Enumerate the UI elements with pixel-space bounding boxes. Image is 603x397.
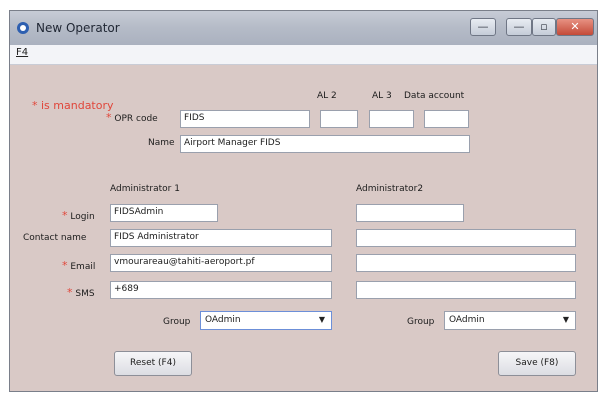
admin1-login-field[interactable]: FIDSAdmin — [110, 204, 218, 222]
admin2-sms-field[interactable] — [356, 281, 576, 299]
login-label: * Login — [62, 209, 95, 222]
required-star: * — [62, 209, 68, 222]
login-label-text: Login — [70, 212, 95, 222]
al3-field[interactable] — [369, 110, 414, 128]
admin2-group-select[interactable]: OAdmin ▼ — [444, 311, 576, 330]
opr-code-label-text: OPR code — [114, 114, 158, 124]
mandatory-text: is mandatory — [41, 99, 114, 112]
minimize-button[interactable]: — — [506, 18, 532, 36]
admin2-group-value: OAdmin — [449, 315, 485, 325]
admin1-group-select[interactable]: OAdmin ▼ — [200, 311, 332, 330]
name-field[interactable]: Airport Manager FIDS — [180, 135, 470, 153]
admin1-group-label: Group — [163, 317, 191, 327]
mandatory-note: * is mandatory — [32, 99, 114, 112]
maximize-icon: ▫ — [540, 20, 548, 33]
sms-label-text: SMS — [75, 289, 95, 299]
admin2-login-field[interactable] — [356, 204, 464, 222]
admin1-group-value: OAdmin — [205, 315, 241, 325]
data-account-field[interactable] — [424, 110, 469, 128]
admin1-contact-field[interactable]: FIDS Administrator — [110, 229, 332, 247]
al2-label: AL 2 — [317, 91, 337, 101]
data-account-label: Data account — [404, 91, 465, 101]
admin1-heading: Administrator 1 — [110, 184, 180, 194]
new-operator-window: New Operator — — ▫ ✕ F4 * is mandatory A… — [9, 10, 598, 392]
title-bar: New Operator — — ▫ ✕ — [10, 11, 597, 45]
menu-item-f4[interactable]: F4 — [16, 47, 28, 58]
dropdown-arrow-icon: ▼ — [562, 315, 569, 324]
minimize-icon: — — [477, 20, 489, 33]
close-button[interactable]: ✕ — [556, 18, 594, 36]
admin1-sms-field[interactable]: +689 — [110, 281, 332, 299]
admin1-email-field[interactable]: vmourareau@tahiti-aeroport.pf — [110, 254, 332, 272]
maximize-button[interactable]: ▫ — [532, 18, 556, 36]
reset-button[interactable]: Reset (F4) — [114, 351, 192, 376]
save-button[interactable]: Save (F8) — [498, 351, 576, 376]
email-label: * Email — [62, 259, 95, 272]
required-star: * — [62, 259, 68, 272]
required-star: * — [106, 111, 112, 124]
mandatory-star: * — [32, 99, 38, 112]
window-title: New Operator — [36, 21, 120, 35]
email-label-text: Email — [70, 262, 96, 272]
name-label: Name — [148, 138, 175, 148]
menu-bar: F4 — [10, 45, 597, 65]
required-star: * — [67, 286, 73, 299]
al3-label: AL 3 — [372, 91, 392, 101]
admin2-contact-field[interactable] — [356, 229, 576, 247]
admin2-group-label: Group — [407, 317, 435, 327]
contact-name-label: Contact name — [23, 233, 87, 243]
dropdown-arrow-icon: ▼ — [318, 315, 325, 324]
app-icon — [17, 22, 29, 34]
admin2-heading: Administrator2 — [356, 184, 424, 194]
opr-code-field[interactable]: FIDS — [180, 110, 310, 128]
opr-code-label: * OPR code — [106, 111, 158, 124]
minimize-icon: — — [513, 20, 525, 33]
extra-window-button[interactable]: — — [470, 18, 496, 36]
sms-label: * SMS — [67, 286, 95, 299]
close-icon: ✕ — [570, 20, 580, 33]
admin2-email-field[interactable] — [356, 254, 576, 272]
al2-field[interactable] — [320, 110, 358, 128]
